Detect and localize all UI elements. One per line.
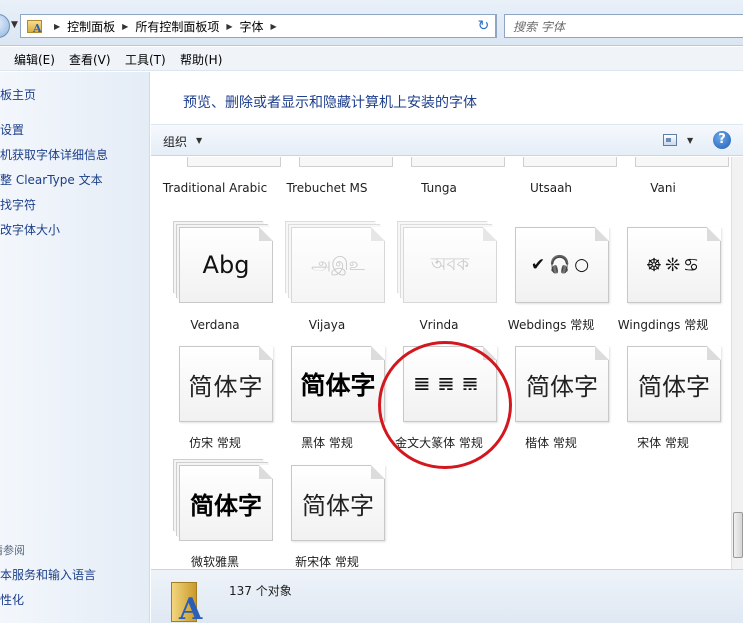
task-text-services[interactable]: 文本服务和输入语言 (0, 566, 96, 583)
font-sample: 简体字 (190, 491, 262, 520)
font-name: Vijaya (308, 318, 346, 332)
organize-button[interactable]: 组织 (163, 133, 187, 150)
item-count: 137 个对象 (229, 584, 292, 598)
menu-bar: 编辑(E) 查看(V) 工具(T) 帮助(H) (0, 47, 743, 71)
nav-back-icon[interactable] (0, 14, 10, 38)
font-name: 金文大篆体 常规 (395, 436, 483, 450)
font-sample: 简体字 (302, 491, 374, 520)
view-options-icon[interactable] (663, 134, 677, 146)
font-preview-thumbnail: 简体字 (627, 346, 721, 422)
font-name: Traditional Arabic (162, 181, 268, 195)
font-sample: ☸❊♋ (645, 254, 703, 276)
page-title: 预览、删除或者显示和隐藏计算机上安装的字体 (183, 95, 477, 111)
task-personalization[interactable]: 个性化 (0, 591, 24, 608)
font-preview-thumbnail: 简体字 (515, 346, 609, 422)
font-preview-thumbnail: 𝌆𝌇𝌈 (403, 346, 497, 422)
font-name: Webdings 常规 (507, 318, 595, 332)
font-preview-thumbnail: அஇஉ (291, 227, 385, 303)
breadcrumb-control-panel[interactable]: 控制面板 (67, 18, 115, 35)
font-sample: 简体字 (188, 372, 264, 401)
font-preview-thumbnail: 简体字 (179, 346, 273, 422)
command-bar: 组织 ▼ ▼ ? (151, 124, 743, 156)
font-item-nsimsun[interactable]: 简体字 新宋体 常规 (273, 465, 385, 569)
font-sample: அஇஉ (311, 253, 365, 275)
font-list: Traditional Arabic Trebuchet MS Tunga Ut… (151, 157, 731, 569)
task-adjust-cleartype[interactable]: 调整 ClearType 文本 (0, 171, 103, 188)
font-name: Verdana (190, 318, 240, 332)
view-chevron-icon[interactable]: ▼ (687, 136, 693, 145)
task-get-font-info-online[interactable]: 联机获取字体详细信息 (0, 146, 108, 163)
font-item-webdings[interactable]: ✔🎧○ Webdings 常规 (497, 227, 609, 345)
menu-edit[interactable]: 编辑(E) (14, 51, 55, 68)
address-bar-region: ▼ A ▶ 控制面板 ▶ 所有控制面板项 ▶ 字体 ▶ ▼ ↻ (0, 0, 743, 46)
font-name: 仿宋 常规 (189, 436, 241, 450)
help-icon[interactable]: ? (713, 131, 731, 149)
see-also-heading: 请参阅 (0, 544, 25, 557)
font-name: 楷体 常规 (525, 436, 577, 450)
font-sample: ✔🎧○ (530, 255, 594, 275)
font-preview-thumbnail: 简体字 (291, 346, 385, 422)
font-item-verdana[interactable]: Abg Verdana (161, 227, 273, 345)
font-preview-thumbnail: অবক (403, 227, 497, 303)
font-item-wingdings[interactable]: ☸❊♋ Wingdings 常规 (609, 227, 721, 345)
font-item-jinwen-dazhuan[interactable]: 𝌆𝌇𝌈 金文大篆体 常规 (385, 346, 497, 464)
font-name: 宋体 常规 (637, 436, 689, 450)
task-pane: 面板主页 体设置 联机获取字体详细信息 调整 ClearType 文本 查找字符… (0, 72, 150, 623)
breadcrumb-fonts[interactable]: 字体 (240, 18, 264, 35)
font-preview-thumbnail: ✔🎧○ (515, 227, 609, 303)
fonts-folder-icon: A (27, 18, 43, 35)
font-name: Vani (650, 181, 676, 195)
organize-chevron-icon[interactable]: ▼ (196, 136, 202, 145)
font-sample: 简体字 (638, 372, 710, 401)
refresh-icon[interactable]: ↻ (472, 14, 496, 38)
content-header: 预览、删除或者显示和隐藏计算机上安装的字体 (151, 72, 743, 124)
task-font-settings[interactable]: 体设置 (0, 121, 24, 138)
recent-pages-chevron-icon[interactable]: ▼ (11, 20, 18, 30)
font-preview-thumbnail: 简体字 (179, 465, 273, 541)
breadcrumb-arrow-icon[interactable]: ▶ (271, 22, 277, 31)
font-name: Trebuchet MS (286, 181, 368, 195)
menu-tools[interactable]: 工具(T) (125, 51, 166, 68)
breadcrumb-arrow-icon[interactable]: ▶ (54, 22, 60, 31)
font-name: 微软雅黑 (190, 555, 239, 569)
breadcrumb-arrow-icon[interactable]: ▶ (226, 22, 232, 31)
details-pane: A 137 个对象 (151, 569, 743, 623)
font-name: 黑体 常规 (301, 436, 353, 450)
font-name: 新宋体 常规 (295, 555, 359, 569)
search-input[interactable] (513, 18, 713, 35)
font-item-microsoft-yahei[interactable]: 简体字 微软雅黑 (161, 465, 273, 569)
font-item-simhei[interactable]: 简体字 黑体 常规 (273, 346, 385, 464)
font-item-fangsong[interactable]: 简体字 仿宋 常规 (161, 346, 273, 464)
font-name: Tunga (421, 181, 457, 195)
task-change-font-size[interactable]: 更改字体大小 (0, 221, 60, 238)
font-item-kaiti[interactable]: 简体字 楷体 常规 (497, 346, 609, 464)
scrollbar-thumb[interactable] (733, 512, 743, 558)
fonts-folder-icon: A (171, 578, 205, 623)
font-preview-thumbnail: ☸❊♋ (627, 227, 721, 303)
font-sample: Abg (202, 251, 250, 279)
font-item-vrinda[interactable]: অবক Vrinda (385, 227, 497, 345)
search-box[interactable] (504, 14, 743, 38)
font-sample: অবক (430, 253, 470, 275)
breadcrumb-arrow-icon[interactable]: ▶ (122, 22, 128, 31)
font-sample: 简体字 (300, 371, 376, 400)
vertical-scrollbar[interactable] (731, 157, 743, 569)
address-bar[interactable]: A ▶ 控制面板 ▶ 所有控制面板项 ▶ 字体 ▶ ▼ (20, 14, 497, 38)
menu-view[interactable]: 查看(V) (69, 51, 111, 68)
menu-help[interactable]: 帮助(H) (180, 51, 222, 68)
font-name: Wingdings 常规 (617, 318, 709, 332)
font-preview-thumbnail: Abg (179, 227, 273, 303)
task-control-panel-home[interactable]: 面板主页 (0, 86, 36, 103)
font-sample: 简体字 (526, 372, 598, 401)
breadcrumb-all-items[interactable]: 所有控制面板项 (135, 18, 219, 35)
font-item-vijaya[interactable]: அஇஉ Vijaya (273, 227, 385, 345)
font-preview-thumbnail: 简体字 (291, 465, 385, 541)
font-name: Utsaah (529, 181, 573, 195)
task-find-character[interactable]: 查找字符 (0, 196, 36, 213)
font-item-simsun[interactable]: 简体字 宋体 常规 (609, 346, 721, 464)
font-name: Vrinda (419, 318, 459, 332)
font-sample: 𝌆𝌇𝌈 (413, 373, 487, 395)
